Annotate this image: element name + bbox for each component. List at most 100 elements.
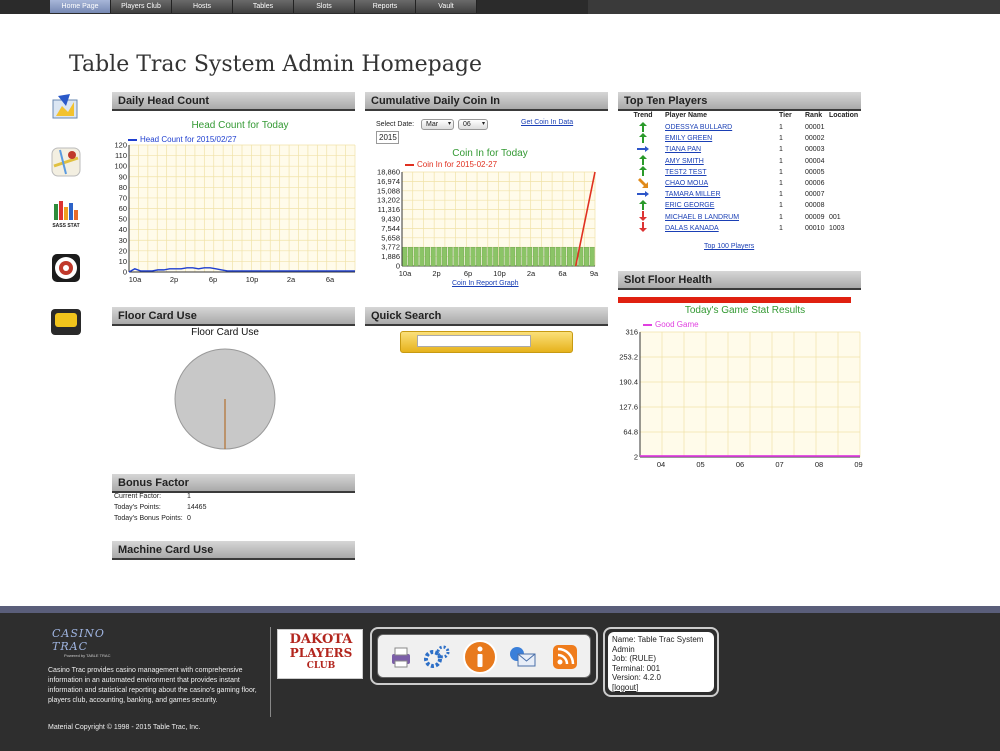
- month-select[interactable]: Mar ▾: [421, 119, 454, 130]
- nav-item[interactable]: Vault: [416, 0, 477, 13]
- player-tier: 1: [779, 124, 783, 132]
- email-icon[interactable]: [508, 642, 538, 672]
- rss-icon[interactable]: [550, 642, 580, 672]
- player-rank: 00004: [805, 157, 825, 165]
- player-name-link[interactable]: DALAS KANADA: [665, 225, 779, 232]
- month-value: Mar: [426, 121, 439, 128]
- trend-up-icon: [621, 155, 665, 167]
- table-row: ERIC GEORGE 1 00008: [621, 199, 861, 212]
- info-icon[interactable]: [462, 639, 498, 675]
- nav-item[interactable]: Players Club: [111, 0, 172, 13]
- bar: [436, 246, 442, 267]
- nav-item[interactable]: Home Page: [50, 0, 111, 13]
- x-tick-label: 2p: [170, 275, 178, 284]
- y-tick-label: 9,430: [381, 215, 400, 224]
- bonus-key: Today's Points:: [114, 504, 161, 511]
- player-name-link[interactable]: TAMARA MILLER: [665, 191, 779, 198]
- footer-copyright: Material Copyright © 1998 - 2015 Table T…: [48, 724, 201, 731]
- y-tick-label: 120: [114, 141, 127, 150]
- y-tick-label: 20: [119, 246, 127, 255]
- nav-item[interactable]: Reports: [355, 0, 416, 13]
- user-info-box: Name: Table Trac System Admin Job: (RULE…: [603, 627, 719, 697]
- x-tick-label: 6p: [209, 275, 217, 284]
- player-name-link[interactable]: CHAO MOUA: [665, 180, 779, 187]
- player-tier: 1: [779, 191, 783, 199]
- logout-link[interactable]: [logout]: [612, 683, 710, 693]
- player-rank: 00005: [805, 168, 825, 176]
- bar: [402, 246, 408, 267]
- bonus-value: 14465: [187, 504, 207, 511]
- player-name-link[interactable]: ODESSYA BULLARD: [665, 124, 779, 131]
- bar: [459, 246, 465, 267]
- bonus-row: Current Factor: 1: [114, 493, 206, 504]
- nav-item[interactable]: Tables: [233, 0, 294, 13]
- player-name-link[interactable]: AMY SMITH: [665, 158, 779, 165]
- bonus-header: Bonus Factor: [112, 474, 355, 493]
- quick-search-box: [400, 331, 573, 353]
- bar: [453, 246, 459, 267]
- bar: [515, 246, 521, 267]
- bar: [555, 246, 561, 267]
- player-name-link[interactable]: ERIC GEORGE: [665, 202, 779, 209]
- top-ten-rows: ODESSYA BULLARD 1 00001 EMILY GREEN 1 00002 TI…: [621, 121, 861, 234]
- trend-right-icon: [621, 190, 665, 199]
- player-name-link[interactable]: EMILY GREEN: [665, 135, 779, 142]
- table-row: DALAS KANADA 1 00010 1003: [621, 222, 861, 234]
- player-name-link[interactable]: MICHAEL B LANDRUM: [665, 214, 779, 221]
- page-title: Table Trac System Admin Homepage: [69, 52, 482, 77]
- player-tier: 1: [779, 224, 783, 232]
- trend-down-icon: [621, 222, 665, 234]
- y-tick-label: 80: [119, 183, 127, 192]
- bonus-row: Today's Points: 14465: [114, 504, 206, 515]
- footer-description: Casino Trac provides casino management w…: [48, 667, 257, 704]
- trend-up-icon: [621, 199, 665, 212]
- bar: [527, 246, 533, 267]
- dashboard-icon[interactable]: [50, 92, 82, 124]
- coin-in-report-link[interactable]: Coin In Report Graph: [452, 280, 519, 287]
- nav-item[interactable]: Hosts: [172, 0, 233, 13]
- get-coin-in-link[interactable]: Get Coin In Data: [521, 119, 573, 126]
- x-tick-label: 06: [736, 460, 744, 469]
- dakota-players-club-logo[interactable]: DAKOTA PLAYERS CLUB: [277, 629, 363, 679]
- bar: [584, 246, 589, 267]
- y-tick-label: 7,544: [381, 224, 400, 233]
- gears-icon[interactable]: [422, 642, 452, 672]
- player-tier: 1: [779, 157, 783, 165]
- table-row: EMILY GREEN 1 00002: [621, 132, 861, 144]
- bar: [510, 246, 516, 267]
- top-100-link[interactable]: Top 100 Players: [704, 243, 754, 250]
- player-rank: 00006: [805, 180, 825, 188]
- player-name-link[interactable]: TIANA PAN: [665, 146, 779, 153]
- nav-item[interactable]: Slots: [294, 0, 355, 13]
- player-name-link[interactable]: TEST2 TEST: [665, 169, 779, 176]
- day-select[interactable]: 06 ▾: [458, 119, 488, 130]
- trend-down-right-icon: [621, 177, 665, 190]
- y-tick-label: 13,202: [377, 196, 400, 205]
- bar: [549, 246, 555, 267]
- machine-card-header: Machine Card Use: [112, 541, 355, 560]
- head-count-header: Daily Head Count: [112, 92, 355, 111]
- printer-icon[interactable]: [386, 642, 416, 672]
- bar: [538, 246, 544, 267]
- coin-in-chart: 01,8863,7725,6587,5449,43011,31613,20215…: [377, 168, 599, 279]
- chevron-down-icon: ▾: [447, 121, 451, 127]
- bar: [413, 246, 419, 267]
- players-club-icon[interactable]: [50, 252, 82, 284]
- map-icon[interactable]: [50, 146, 82, 178]
- x-tick-label: 08: [815, 460, 823, 469]
- y-tick-label: 10: [119, 257, 127, 266]
- player-tier: 1: [779, 168, 783, 176]
- tv-icon[interactable]: [50, 306, 82, 338]
- y-tick-label: 127.6: [619, 403, 638, 412]
- y-tick-label: 100: [114, 162, 127, 171]
- table-row: CHAO MOUA 1 00006: [621, 177, 861, 190]
- y-tick-label: 90: [119, 172, 127, 181]
- sass-stat-icon[interactable]: SASS STAT: [50, 198, 82, 230]
- quick-search-input[interactable]: [417, 335, 531, 347]
- year-input[interactable]: 2015: [376, 131, 399, 144]
- x-tick-label: 05: [696, 460, 704, 469]
- player-tier: 1: [779, 202, 783, 210]
- user-name: Name: Table Trac System Admin: [612, 635, 704, 654]
- y-tick-label: 16,974: [377, 177, 400, 186]
- x-tick-label: 6a: [558, 269, 567, 278]
